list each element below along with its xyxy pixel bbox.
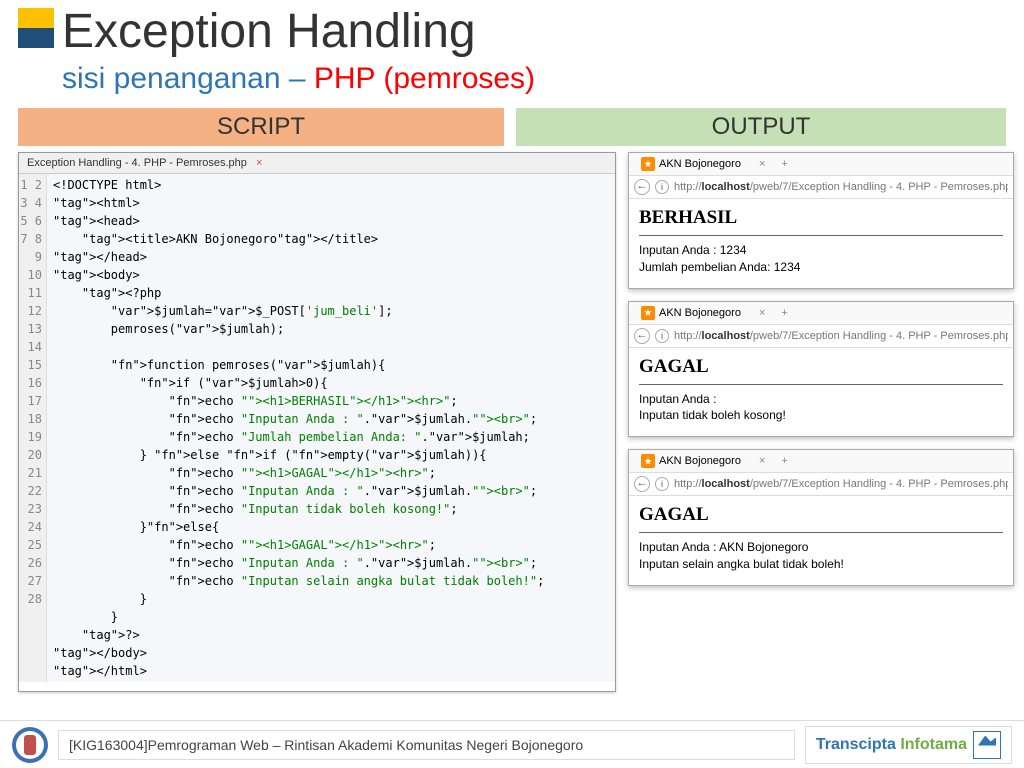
- close-icon[interactable]: ×: [759, 158, 765, 170]
- brand-part-a: Transcipta: [816, 736, 900, 753]
- new-tab-button[interactable]: +: [781, 455, 787, 467]
- result-line: Inputan tidak boleh kosong!: [639, 407, 1003, 424]
- browser-window: AKN Bojonegoro × + ← i http://localhost/pweb/…: [628, 301, 1014, 438]
- result-line: Inputan Anda : AKN Bojonegoro: [639, 539, 1003, 556]
- browser-window: AKN Bojonegoro × + ← i http://localhost/pweb/…: [628, 449, 1014, 586]
- result-line: Inputan Anda :: [639, 391, 1003, 408]
- browser-tab-strip: AKN Bojonegoro × +: [629, 153, 1013, 176]
- close-icon[interactable]: ×: [759, 455, 765, 467]
- brand-box: Transcipta Infotama: [805, 726, 1012, 764]
- browser-tab-title: AKN Bojonegoro: [659, 307, 741, 319]
- browser-tab-title: AKN Bojonegoro: [659, 158, 741, 170]
- brand-logo-icon: [973, 731, 1001, 759]
- close-icon[interactable]: ×: [256, 157, 262, 169]
- column-header-script: SCRIPT: [18, 108, 504, 146]
- editor-tab-label: Exception Handling - 4. PHP - Pemroses.p…: [27, 157, 247, 169]
- code-editor: Exception Handling - 4. PHP - Pemroses.p…: [18, 152, 616, 692]
- result-line: Jumlah pembelian Anda: 1234: [639, 259, 1003, 276]
- column-header-output: OUTPUT: [516, 108, 1006, 146]
- url-text[interactable]: http://localhost/pweb/7/Exception Handli…: [674, 478, 1008, 490]
- browser-output-column: AKN Bojonegoro × + ← i http://localhost/pweb/…: [628, 152, 1014, 598]
- browser-tab-title: AKN Bojonegoro: [659, 455, 741, 467]
- new-tab-button[interactable]: +: [781, 158, 787, 170]
- address-bar: ← i http://localhost/pweb/7/Exception Hand…: [629, 176, 1013, 199]
- address-bar: ← i http://localhost/pweb/7/Exception Hand…: [629, 325, 1013, 348]
- result-heading: GAGAL: [639, 356, 1003, 378]
- back-button[interactable]: ←: [634, 328, 650, 344]
- browser-tab[interactable]: AKN Bojonegoro ×: [633, 155, 773, 173]
- close-icon[interactable]: ×: [759, 307, 765, 319]
- url-text[interactable]: http://localhost/pweb/7/Exception Handli…: [674, 330, 1008, 342]
- result-heading: GAGAL: [639, 504, 1003, 526]
- browser-viewport: GAGAL Inputan Anda : AKN BojonegoroInputa…: [629, 496, 1013, 585]
- favicon-icon: [641, 306, 655, 320]
- browser-tab-strip: AKN Bojonegoro × +: [629, 450, 1013, 473]
- result-heading: BERHASIL: [639, 207, 1003, 229]
- accent-bars: [18, 8, 54, 48]
- slide-title: Exception Handling: [62, 4, 476, 59]
- slide-subtitle: sisi penanganan – PHP (pemroses): [62, 62, 535, 96]
- browser-tab-strip: AKN Bojonegoro × +: [629, 302, 1013, 325]
- result-line: Inputan selain angka bulat tidak boleh!: [639, 556, 1003, 573]
- info-icon[interactable]: i: [655, 329, 669, 343]
- address-bar: ← i http://localhost/pweb/7/Exception Hand…: [629, 473, 1013, 496]
- url-text[interactable]: http://localhost/pweb/7/Exception Handli…: [674, 181, 1008, 193]
- browser-tab[interactable]: AKN Bojonegoro ×: [633, 304, 773, 322]
- line-gutter: 1 2 3 4 5 6 7 8 9 10 11 12 13 14 15 16 1…: [19, 174, 47, 682]
- info-icon[interactable]: i: [655, 180, 669, 194]
- institution-logo-icon: [12, 727, 48, 763]
- favicon-icon: [641, 157, 655, 171]
- footer-text: [KIG163004]Pemrograman Web – Rintisan Ak…: [58, 730, 795, 760]
- subtitle-part-b: PHP (pemroses): [314, 62, 535, 95]
- browser-viewport: GAGAL Inputan Anda :Inputan tidak boleh k…: [629, 348, 1013, 437]
- favicon-icon: [641, 454, 655, 468]
- subtitle-part-a: sisi penanganan –: [62, 62, 314, 95]
- new-tab-button[interactable]: +: [781, 307, 787, 319]
- info-icon[interactable]: i: [655, 477, 669, 491]
- back-button[interactable]: ←: [634, 179, 650, 195]
- result-line: Inputan Anda : 1234: [639, 242, 1003, 259]
- browser-tab[interactable]: AKN Bojonegoro ×: [633, 452, 773, 470]
- footer: [KIG163004]Pemrograman Web – Rintisan Ak…: [0, 720, 1024, 768]
- browser-window: AKN Bojonegoro × + ← i http://localhost/pweb/…: [628, 152, 1014, 289]
- code-area: <!DOCTYPE html> "tag"><html> "tag"><head…: [47, 174, 615, 682]
- browser-viewport: BERHASIL Inputan Anda : 1234Jumlah pembel…: [629, 199, 1013, 288]
- brand-part-b: Infotama: [900, 736, 967, 753]
- editor-tab[interactable]: Exception Handling - 4. PHP - Pemroses.p…: [19, 153, 615, 174]
- back-button[interactable]: ←: [634, 476, 650, 492]
